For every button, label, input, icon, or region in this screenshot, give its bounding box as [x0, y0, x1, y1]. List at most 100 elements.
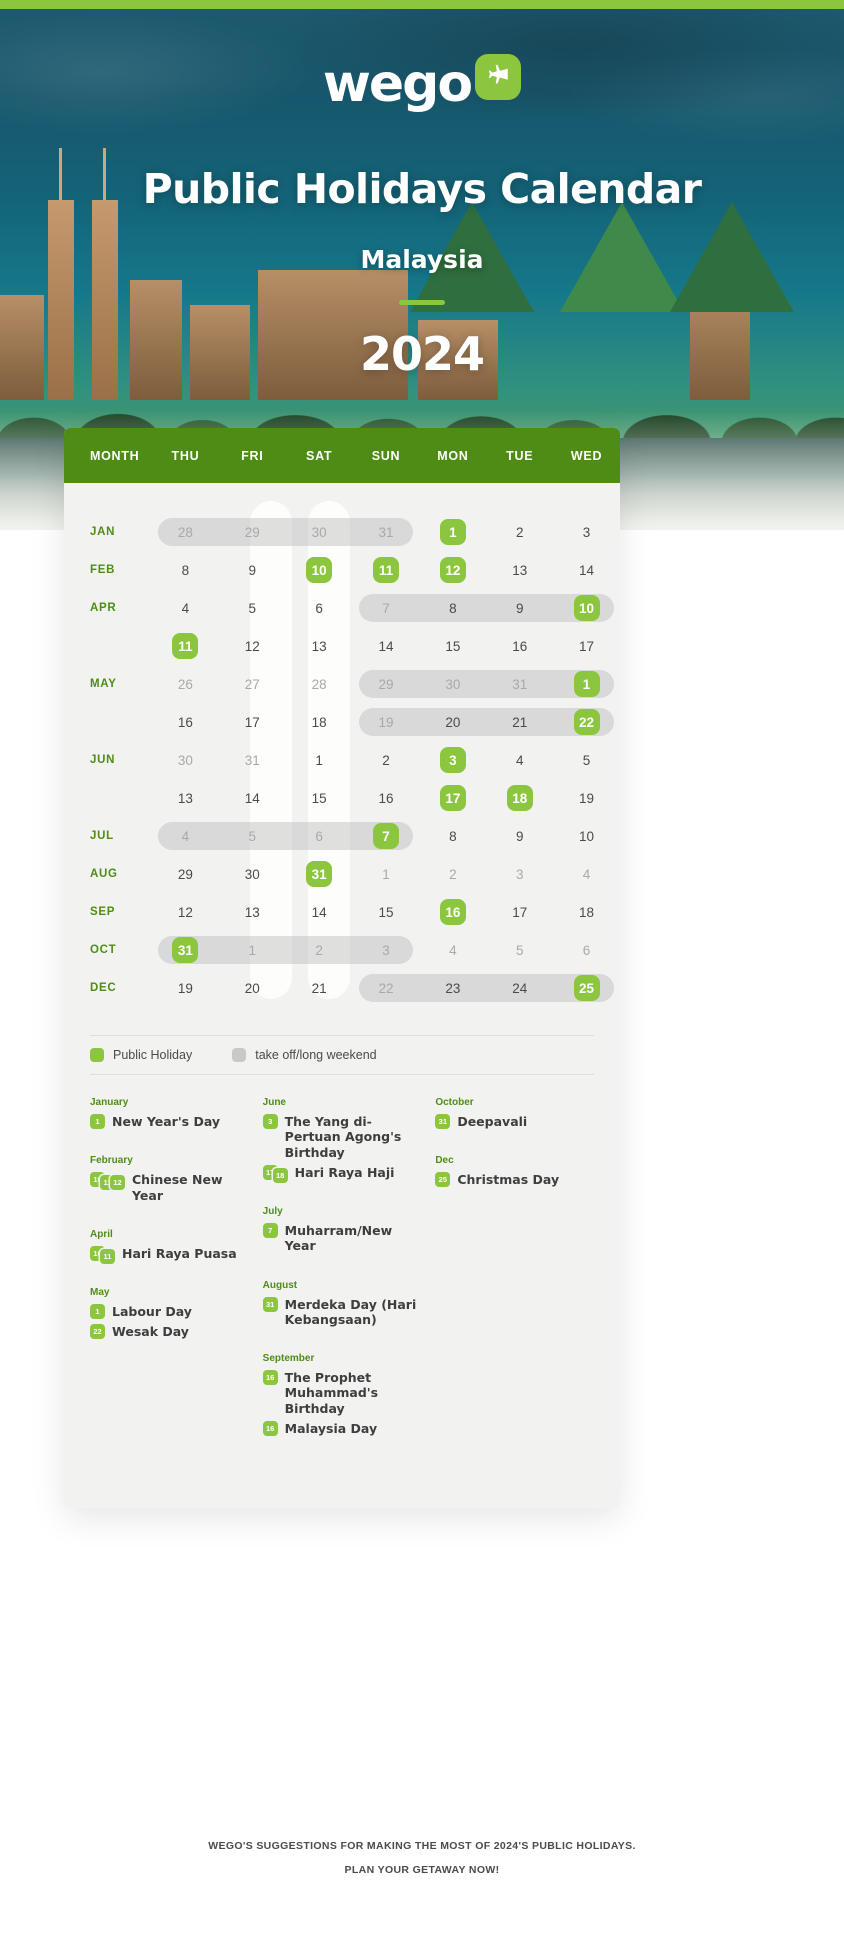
calendar-cell[interactable]: 19 [152, 975, 219, 1001]
calendar-cell[interactable]: 8 [152, 557, 219, 583]
calendar-cell[interactable]: 29 [219, 519, 286, 545]
calendar-cell[interactable]: 18 [286, 709, 353, 735]
calendar-month-label: MAY [90, 678, 117, 690]
calendar-cell[interactable]: 3 [553, 519, 620, 545]
calendar-cell[interactable]: 4 [419, 937, 486, 963]
calendar-cell[interactable]: 28 [152, 519, 219, 545]
calendar-cell[interactable]: 31 [486, 671, 553, 697]
calendar-cell[interactable]: 17 [553, 633, 620, 659]
calendar-cell[interactable]: 2 [419, 861, 486, 887]
calendar-cell[interactable]: 26 [152, 671, 219, 697]
calendar-cell[interactable]: 30 [152, 747, 219, 773]
calendar-cell[interactable]: 30 [219, 861, 286, 887]
calendar-cell[interactable]: 8 [419, 823, 486, 849]
calendar-cell[interactable]: 17 [219, 709, 286, 735]
calendar-cell[interactable]: 3 [419, 747, 486, 773]
calendar-cell[interactable]: 20 [419, 709, 486, 735]
date-number: 29 [378, 676, 394, 692]
calendar-cell[interactable]: 13 [152, 785, 219, 811]
calendar-cell[interactable]: 16 [152, 709, 219, 735]
calendar-cell[interactable]: 31 [219, 747, 286, 773]
calendar-cell[interactable]: 8 [419, 595, 486, 621]
calendar-cell[interactable]: 31 [152, 937, 219, 963]
calendar-cell[interactable]: 10 [553, 595, 620, 621]
calendar-cell[interactable]: 4 [152, 823, 219, 849]
calendar-cell[interactable]: 31 [353, 519, 420, 545]
calendar-cell[interactable]: 14 [553, 557, 620, 583]
calendar-cell[interactable]: 5 [486, 937, 553, 963]
calendar-cell[interactable]: 29 [353, 671, 420, 697]
calendar-cell[interactable]: 2 [286, 937, 353, 963]
calendar-cell[interactable]: 3 [486, 861, 553, 887]
calendar-cell[interactable]: 3 [353, 937, 420, 963]
calendar-cell[interactable]: 10 [553, 823, 620, 849]
calendar-cell[interactable]: 31 [286, 861, 353, 887]
calendar-cell[interactable]: 2 [353, 747, 420, 773]
calendar-cell[interactable]: 6 [286, 595, 353, 621]
calendar-cell[interactable]: 27 [219, 671, 286, 697]
calendar-cell[interactable]: 9 [486, 595, 553, 621]
holiday-name: The Yang di-Pertuan Agong's Birthday [284, 1114, 402, 1160]
calendar-cell[interactable]: 5 [219, 595, 286, 621]
calendar-cell[interactable]: 21 [486, 709, 553, 735]
calendar-cell[interactable]: 20 [219, 975, 286, 1001]
calendar-cell[interactable]: 7 [353, 823, 420, 849]
calendar-cell[interactable]: 12 [152, 899, 219, 925]
calendar-cell[interactable]: 1 [286, 747, 353, 773]
calendar-cell[interactable]: 6 [286, 823, 353, 849]
calendar-cell[interactable]: 28 [286, 671, 353, 697]
holiday-date: 25 [573, 975, 600, 1001]
calendar-cell[interactable]: 19 [353, 709, 420, 735]
date-number: 8 [181, 562, 190, 578]
calendar-cell[interactable]: 16 [486, 633, 553, 659]
calendar-cell[interactable]: 12 [219, 633, 286, 659]
date-number: 30 [311, 524, 327, 540]
calendar-cell[interactable]: 29 [152, 861, 219, 887]
calendar-cell[interactable]: 22 [353, 975, 420, 1001]
date-number: 6 [315, 600, 323, 616]
calendar-cell[interactable]: 6 [553, 937, 620, 963]
calendar-cell[interactable]: 15 [419, 633, 486, 659]
calendar-cell[interactable]: 25 [553, 975, 620, 1001]
calendar-cell[interactable]: 1 [353, 861, 420, 887]
calendar-cell[interactable]: 18 [553, 899, 620, 925]
calendar-cell[interactable]: 19 [553, 785, 620, 811]
calendar-cell[interactable]: 30 [419, 671, 486, 697]
wego-logo[interactable]: wego [0, 54, 844, 110]
calendar-cell[interactable]: 7 [353, 595, 420, 621]
calendar-cell[interactable]: 4 [553, 861, 620, 887]
calendar-cell[interactable]: 5 [219, 823, 286, 849]
calendar-cell[interactable]: 11 [353, 557, 420, 583]
calendar-cell[interactable]: 15 [286, 785, 353, 811]
calendar-cell[interactable]: 1 [553, 671, 620, 697]
calendar-cell[interactable]: 17 [419, 785, 486, 811]
calendar-cell[interactable]: 5 [553, 747, 620, 773]
calendar-cell[interactable]: 1 [219, 937, 286, 963]
calendar-cell[interactable]: 16 [353, 785, 420, 811]
calendar-cell[interactable]: 30 [286, 519, 353, 545]
calendar-cell[interactable]: 11 [152, 633, 219, 659]
calendar-cell[interactable]: 4 [152, 595, 219, 621]
calendar-cell[interactable]: 14 [353, 633, 420, 659]
calendar-cell[interactable]: 22 [553, 709, 620, 735]
calendar-cell[interactable]: 13 [486, 557, 553, 583]
calendar-cell[interactable]: 14 [219, 785, 286, 811]
calendar-cell[interactable]: 13 [286, 633, 353, 659]
calendar-cell[interactable]: 10 [286, 557, 353, 583]
calendar-cell[interactable]: 4 [486, 747, 553, 773]
calendar-cell[interactable]: 9 [219, 557, 286, 583]
calendar-cell[interactable]: 23 [419, 975, 486, 1001]
calendar-cell[interactable]: 17 [486, 899, 553, 925]
calendar-cell[interactable]: 21 [286, 975, 353, 1001]
calendar-cell[interactable]: 24 [486, 975, 553, 1001]
calendar-cell[interactable]: 9 [486, 823, 553, 849]
calendar-cell[interactable]: 12 [419, 557, 486, 583]
calendar-cell[interactable]: 2 [486, 519, 553, 545]
holiday-name: Labour Day [112, 1304, 192, 1319]
calendar-cell[interactable]: 15 [353, 899, 420, 925]
calendar-cell[interactable]: 18 [486, 785, 553, 811]
calendar-cell[interactable]: 14 [286, 899, 353, 925]
calendar-cell[interactable]: 13 [219, 899, 286, 925]
calendar-cell[interactable]: 16 [419, 899, 486, 925]
calendar-cell[interactable]: 1 [419, 519, 486, 545]
